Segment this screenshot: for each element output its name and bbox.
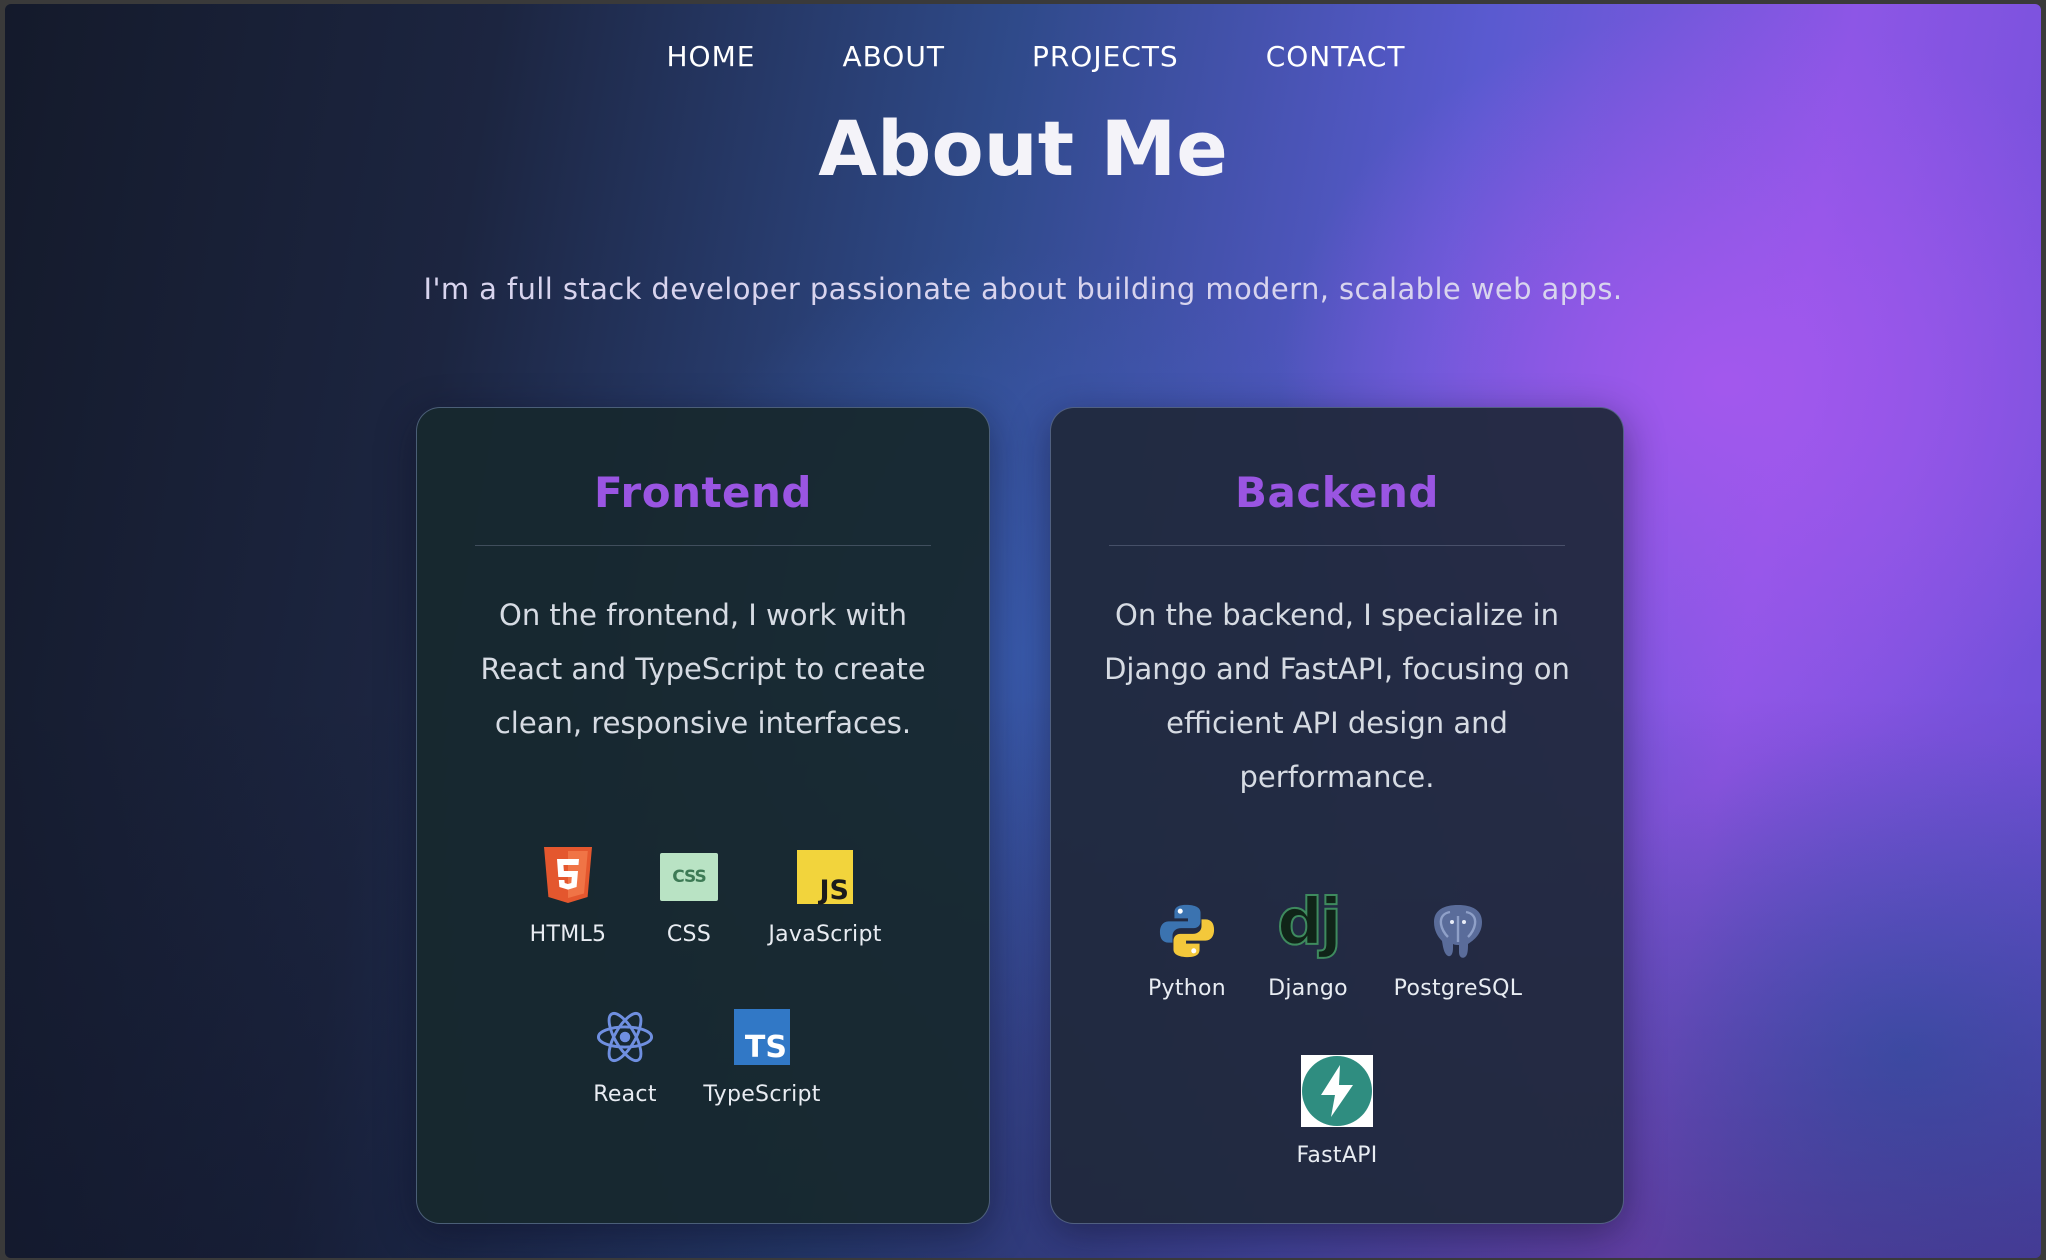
tech-label: JavaScript bbox=[768, 922, 882, 947]
tech-postgresql: PostgreSQL bbox=[1388, 902, 1528, 1001]
tech-html5: HTML5 bbox=[498, 847, 638, 947]
top-nav: HOME ABOUT PROJECTS CONTACT bbox=[5, 40, 2041, 73]
tech-label: Python bbox=[1147, 976, 1227, 1001]
backend-card-description: On the backend, I specialize in Django a… bbox=[1104, 598, 1570, 794]
typescript-glyph: TS bbox=[734, 1009, 790, 1065]
backend-card: Backend On the backend, I specialize in … bbox=[1050, 407, 1624, 1224]
about-page: HOME ABOUT PROJECTS CONTACT About Me I'm… bbox=[5, 4, 2041, 1258]
typescript-icon: TS bbox=[733, 1008, 791, 1066]
frontend-card-description: On the frontend, I work with React and T… bbox=[480, 598, 926, 740]
tech-label: Django bbox=[1268, 976, 1348, 1001]
python-icon bbox=[1158, 902, 1216, 960]
tech-label: PostgreSQL bbox=[1393, 976, 1523, 1001]
tech-react: React bbox=[555, 1008, 695, 1107]
tech-label: CSS bbox=[666, 922, 712, 947]
frontend-card: Frontend On the frontend, I work with Re… bbox=[416, 407, 990, 1224]
nav-contact-link[interactable]: CONTACT bbox=[1266, 40, 1406, 73]
tech-django: dj Django bbox=[1238, 886, 1378, 1001]
javascript-glyph: JS bbox=[797, 850, 853, 904]
django-glyph: dj bbox=[1276, 886, 1343, 960]
javascript-icon: JS bbox=[796, 848, 854, 906]
react-icon bbox=[596, 1008, 654, 1066]
page-title: About Me bbox=[818, 104, 1228, 193]
tech-fastapi: FastAPI bbox=[1267, 1055, 1407, 1168]
fastapi-icon bbox=[1301, 1055, 1373, 1127]
nav-home-link[interactable]: HOME bbox=[666, 40, 755, 73]
css-icon: CSS bbox=[660, 848, 718, 906]
backend-card-title: Backend bbox=[1234, 468, 1439, 517]
nav-about-link[interactable]: ABOUT bbox=[842, 40, 945, 73]
tech-css: CSS CSS bbox=[619, 848, 759, 947]
css-glyph: CSS bbox=[660, 853, 718, 901]
card-divider bbox=[475, 545, 931, 546]
intro-text: I'm a full stack developer passionate ab… bbox=[423, 272, 1623, 306]
tech-typescript: TS TypeScript bbox=[692, 1008, 832, 1107]
tech-javascript: JS JavaScript bbox=[755, 848, 895, 947]
tech-label: HTML5 bbox=[529, 922, 607, 947]
frontend-card-title: Frontend bbox=[594, 468, 812, 517]
card-divider bbox=[1109, 545, 1565, 546]
tech-label: React bbox=[593, 1082, 657, 1107]
tech-python: Python bbox=[1117, 902, 1257, 1001]
tech-label: TypeScript bbox=[703, 1082, 821, 1107]
nav-projects-link[interactable]: PROJECTS bbox=[1032, 40, 1179, 73]
postgresql-icon bbox=[1429, 902, 1487, 960]
django-icon: dj bbox=[1271, 886, 1345, 960]
tech-label: FastAPI bbox=[1296, 1143, 1378, 1168]
html5-icon bbox=[539, 847, 597, 906]
